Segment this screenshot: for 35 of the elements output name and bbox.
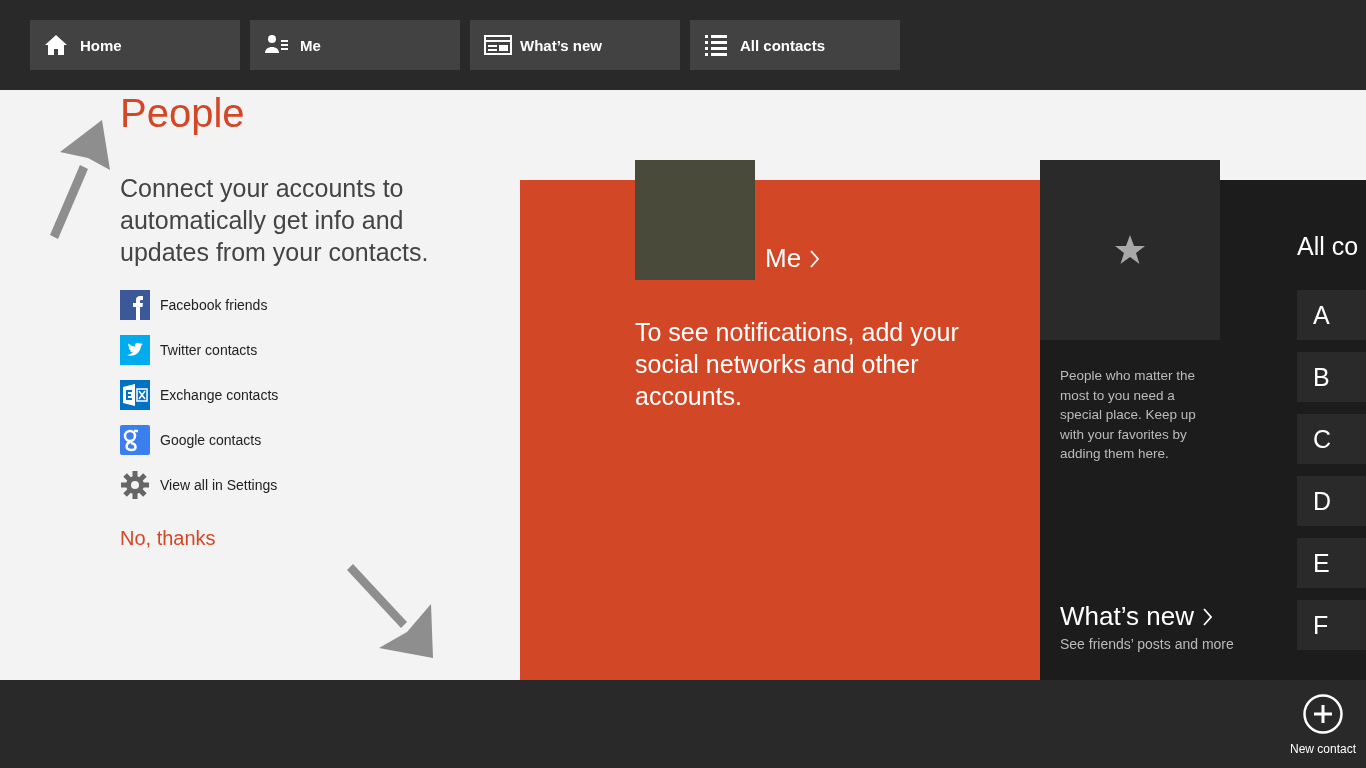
nav-button[interactable]: All contacts <box>690 20 900 70</box>
account-link[interactable]: Facebook friends <box>160 296 268 313</box>
newspaper-icon <box>484 33 512 57</box>
page-title: People <box>120 90 246 136</box>
nav-button[interactable]: Me <box>250 20 460 70</box>
account-link[interactable]: Google contacts <box>160 431 262 448</box>
star-icon <box>1114 234 1146 266</box>
account-link[interactable]: View all in Settings <box>160 476 278 493</box>
decline-link[interactable]: No, thanks <box>120 527 216 550</box>
chevron-icon <box>1201 607 1212 626</box>
notification-message: To see notifications, add your social networks and other accounts. <box>635 317 960 412</box>
nav-button[interactable]: Home <box>30 20 240 70</box>
letter-tile[interactable]: E <box>1297 538 1366 588</box>
chevron-icon <box>809 249 820 268</box>
gear-icon <box>120 469 150 500</box>
connect-heading: Connect your accounts to automatically get info and updates from your contacts. <box>120 173 430 268</box>
account-link[interactable]: Exchange contacts <box>160 386 279 403</box>
account-link[interactable]: Twitter contacts <box>160 341 258 358</box>
favorites-description: People who matter the most to you need a special place. Keep up with your favorites by adding them here. <box>1059 367 1197 463</box>
letter-tile[interactable]: F <box>1297 600 1366 650</box>
add-icon <box>1303 694 1343 734</box>
bird-icon <box>120 334 150 365</box>
letter-tile[interactable]: A <box>1297 290 1366 340</box>
letter-tile[interactable]: D <box>1297 476 1366 526</box>
new-contact-button[interactable]: New contact <box>1289 694 1356 756</box>
facebook-icon <box>120 289 150 320</box>
exchange-icon <box>120 379 150 410</box>
section-heading: All co <box>1297 232 1359 262</box>
letter-tile[interactable]: C <box>1297 414 1366 464</box>
letter-tile[interactable]: B <box>1297 352 1366 402</box>
me-link[interactable]: Me <box>765 243 820 274</box>
google-icon <box>120 424 150 455</box>
whats-new-link[interactable]: What’s new <box>1060 601 1212 632</box>
nav-button[interactable]: What’s new <box>470 20 680 70</box>
whats-new-subtitle: See friends’ posts and more <box>1060 636 1235 652</box>
